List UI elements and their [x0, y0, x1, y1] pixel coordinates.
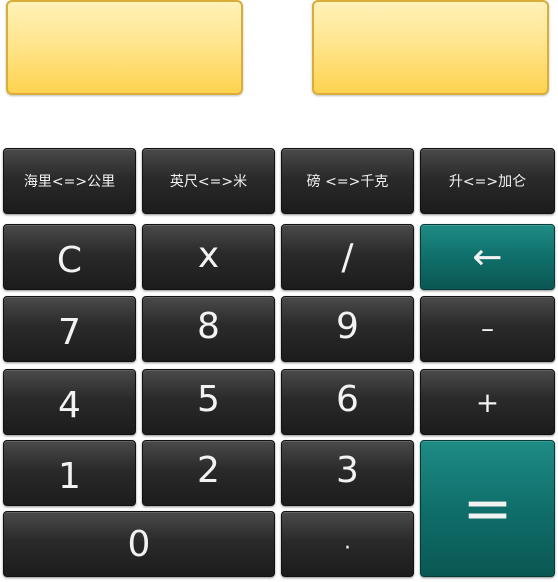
button-label: 升<=>加仑 — [448, 174, 527, 190]
convert-liters-gallons-button[interactable]: 升<=>加仑 — [420, 148, 555, 214]
button-label: 7 — [58, 311, 81, 353]
button-label: 英尺<=>米 — [169, 174, 248, 190]
button-label: x — [197, 234, 220, 276]
button-label: 9 — [336, 305, 359, 347]
button-label: 0 — [127, 523, 151, 565]
button-label: 1 — [58, 455, 81, 497]
button-label: 2 — [197, 449, 220, 491]
decimal-point-button[interactable]: · — [281, 511, 414, 577]
digit-7-button[interactable]: 7 — [3, 296, 136, 362]
button-label: 5 — [197, 378, 220, 420]
convert-feet-meters-button[interactable]: 英尺<=>米 — [142, 148, 275, 214]
right-display — [312, 0, 549, 95]
button-label: C — [56, 239, 83, 281]
left-display — [6, 0, 243, 95]
button-label: 海里<=>公里 — [23, 174, 116, 190]
button-label: – — [481, 314, 494, 344]
digit-3-button[interactable]: 3 — [281, 440, 414, 506]
digit-0-button[interactable]: 0 — [3, 511, 275, 577]
button-label: 3 — [336, 449, 359, 491]
button-label: = — [462, 473, 513, 544]
button-label: 磅 <=>千克 — [306, 174, 389, 190]
clear-button[interactable]: C — [3, 224, 136, 290]
backspace-button[interactable]: ← — [420, 224, 555, 290]
digit-8-button[interactable]: 8 — [142, 296, 275, 362]
digit-5-button[interactable]: 5 — [142, 369, 275, 435]
backspace-arrow-icon: ← — [472, 236, 503, 278]
digit-9-button[interactable]: 9 — [281, 296, 414, 362]
button-label: · — [344, 535, 351, 561]
digit-4-button[interactable]: 4 — [3, 369, 136, 435]
divide-button[interactable]: / — [281, 224, 414, 290]
digit-1-button[interactable]: 1 — [3, 440, 136, 506]
equals-button[interactable]: = — [420, 440, 555, 577]
digit-6-button[interactable]: 6 — [281, 369, 414, 435]
button-label: / — [341, 236, 354, 278]
multiply-button[interactable]: x — [142, 224, 275, 290]
convert-nautical-miles-km-button[interactable]: 海里<=>公里 — [3, 148, 136, 214]
minus-button[interactable]: – — [420, 296, 555, 362]
button-label: 8 — [197, 305, 220, 347]
button-label: + — [475, 385, 500, 419]
button-label: 4 — [58, 384, 81, 426]
button-label: 6 — [336, 378, 359, 420]
digit-2-button[interactable]: 2 — [142, 440, 275, 506]
plus-button[interactable]: + — [420, 369, 555, 435]
convert-pounds-kg-button[interactable]: 磅 <=>千克 — [281, 148, 414, 214]
